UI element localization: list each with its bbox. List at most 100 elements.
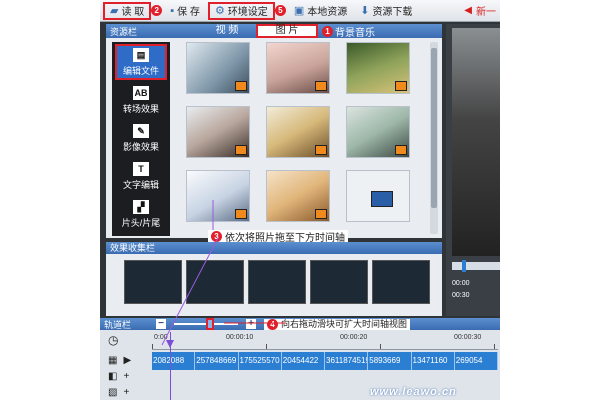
timeline-clip[interactable]: 3611874519 bbox=[325, 352, 369, 370]
tab-video[interactable]: 视 频 bbox=[198, 24, 256, 38]
sidebar-item-label: 转场效果 bbox=[122, 103, 159, 114]
transition-track-icon: ◧ bbox=[108, 370, 118, 382]
resource-panel-header: 资源栏 视 频 图 片 1 背景音乐 bbox=[106, 24, 442, 39]
effects-panel-body bbox=[106, 254, 442, 316]
add-track-icon[interactable]: + bbox=[123, 371, 129, 382]
sidebar-item-label: 编辑文件 bbox=[122, 65, 159, 76]
sidebar-item-text-edit[interactable]: T 文字编辑 bbox=[115, 158, 167, 194]
preview-screen bbox=[452, 28, 500, 256]
ruler-tick bbox=[266, 344, 267, 349]
save-button[interactable]: ▪ 保 存 bbox=[165, 2, 205, 20]
image-thumbnail[interactable] bbox=[186, 42, 250, 94]
step-badge-3: 3 bbox=[211, 230, 222, 242]
tab-callout: 1 背景音乐 bbox=[322, 24, 375, 39]
timeline-clip[interactable]: 257848669 bbox=[195, 352, 239, 370]
effect-item[interactable] bbox=[372, 260, 430, 304]
resource-panel-title: 资源栏 bbox=[110, 26, 138, 37]
resource-sidebar: ▤ 编辑文件 AB 转场效果 ✎ 影像效果 T 文字编辑 ▞ 片头/片尾 bbox=[112, 42, 170, 236]
image-type-icon bbox=[315, 81, 327, 91]
toolbar: ▰ 读 取 2 ▪ 保 存 ⚙ 环境设定 5 ▣ 本地资源 ⬇ 资源下载 ◀ 新… bbox=[100, 0, 500, 22]
image-type-icon bbox=[235, 209, 247, 219]
environment-settings-label: 环境设定 bbox=[227, 7, 268, 18]
timeline-controls: ◷ ▦ ▶ ◧ + ▧ + bbox=[108, 332, 148, 400]
timeline-ruler[interactable]: 0:00 00:00:10 00:00:20 00:00:30 bbox=[152, 332, 498, 350]
play-track-icon[interactable]: ▶ bbox=[123, 355, 131, 366]
read-button-label: 读 取 bbox=[121, 7, 145, 18]
preview-progress-knob[interactable] bbox=[462, 260, 466, 272]
sidebar-item-edit-file[interactable]: ▤ 编辑文件 bbox=[115, 44, 167, 80]
gear-icon: ⚙ bbox=[214, 5, 225, 17]
image-track[interactable]: 2082088 257848669 175525570 20454422 361… bbox=[152, 352, 498, 370]
resource-download-button[interactable]: ⬇ 资源下载 bbox=[355, 2, 417, 20]
new-button-label: 新一 bbox=[476, 7, 496, 18]
speaker-icon: ◀ bbox=[464, 5, 472, 16]
tab-background-music[interactable]: 背景音乐 bbox=[335, 24, 375, 39]
step-badge-4: 4 bbox=[267, 318, 278, 330]
local-resources-button[interactable]: ▣ 本地资源 bbox=[289, 2, 352, 20]
track-bar-title: 轨道栏 bbox=[104, 319, 132, 330]
effects-panel-header: 效果收集栏 bbox=[106, 242, 442, 254]
audio-track-icon: ▧ bbox=[108, 386, 118, 398]
preview-time-current: 00:00 bbox=[452, 280, 470, 287]
image-thumbnail[interactable] bbox=[266, 106, 330, 158]
new-button[interactable]: ◀ 新一 bbox=[464, 3, 500, 18]
step-badge-2: 2 bbox=[151, 5, 163, 16]
environment-settings-button[interactable]: ⚙ 环境设定 bbox=[207, 1, 275, 20]
image-type-icon bbox=[235, 81, 247, 91]
read-button[interactable]: ▰ 读 取 bbox=[103, 1, 152, 20]
film-strip-icon: ▦ bbox=[108, 354, 118, 366]
text-icon: T bbox=[133, 161, 149, 176]
save-icon: ▪ bbox=[170, 4, 175, 17]
sidebar-item-image-effect[interactable]: ✎ 影像效果 bbox=[115, 120, 167, 156]
sidebar-item-intro-outro[interactable]: ▞ 片头/片尾 bbox=[115, 196, 167, 232]
image-thumbnail[interactable] bbox=[186, 170, 250, 222]
magic-wand-icon: ✎ bbox=[133, 123, 149, 138]
image-type-icon bbox=[315, 145, 327, 155]
effect-item[interactable] bbox=[310, 260, 368, 304]
zoom-slider-knob[interactable] bbox=[206, 318, 214, 330]
image-thumbnail[interactable] bbox=[346, 106, 410, 158]
effect-item[interactable] bbox=[248, 260, 306, 304]
timeline-clip[interactable]: 20454422 bbox=[282, 352, 325, 370]
zoom-in-button[interactable]: + bbox=[246, 319, 256, 329]
sidebar-item-label: 影像效果 bbox=[122, 141, 159, 152]
resource-download-label: 资源下载 bbox=[372, 7, 413, 18]
tab-image[interactable]: 图 片 bbox=[256, 24, 318, 38]
save-button-label: 保 存 bbox=[177, 7, 200, 18]
timeline-clip[interactable]: 175525570 bbox=[239, 352, 282, 370]
track-bar: 轨道栏 − + 4 向右拖动滑块可扩大时间轴视图 bbox=[100, 318, 500, 330]
watermark: www.leawo.cn bbox=[370, 386, 457, 398]
effect-item[interactable] bbox=[186, 260, 244, 304]
sidebar-item-label: 文字编辑 bbox=[122, 179, 159, 190]
image-type-icon bbox=[315, 209, 327, 219]
sidebar-item-transition[interactable]: AB 转场效果 bbox=[115, 82, 167, 118]
timeline-zoom-slider[interactable] bbox=[174, 318, 238, 330]
effect-item[interactable] bbox=[124, 260, 182, 304]
image-type-icon bbox=[395, 145, 407, 155]
add-audio-track-icon[interactable]: + bbox=[123, 387, 129, 398]
thumbnail-scrollbar[interactable] bbox=[430, 42, 438, 234]
timeline-clip[interactable]: 5893669 bbox=[368, 352, 412, 370]
ruler-tick bbox=[152, 344, 153, 349]
preview-progress-bar[interactable] bbox=[452, 260, 500, 272]
timeline-clip[interactable]: 13471160 bbox=[412, 352, 455, 370]
zoom-hint-callout: 4 向右拖动滑块可扩大时间轴视图 bbox=[264, 318, 411, 330]
image-thumbnail[interactable] bbox=[266, 42, 330, 94]
timeline-clip[interactable]: 269054 bbox=[455, 352, 498, 370]
computer-icon: ▣ bbox=[293, 5, 305, 17]
zoom-hint-text: 向右拖动滑块可扩大时间轴视图 bbox=[281, 318, 408, 329]
scrollbar-thumb[interactable] bbox=[431, 48, 437, 208]
image-thumbnail[interactable] bbox=[266, 170, 330, 222]
step-badge-5: 5 bbox=[274, 5, 286, 16]
image-thumbnail[interactable] bbox=[346, 42, 410, 94]
ruler-tick bbox=[380, 344, 381, 349]
timeline-clip[interactable]: 2082088 bbox=[152, 352, 196, 370]
image-thumbnail[interactable] bbox=[346, 170, 410, 222]
ruler-tick-label: 00:00:30 bbox=[454, 334, 482, 341]
folder-open-icon: ▰ bbox=[110, 5, 119, 17]
image-thumbnail[interactable] bbox=[186, 106, 250, 158]
zoom-out-button[interactable]: − bbox=[156, 319, 166, 329]
clock-icon[interactable]: ◷ bbox=[108, 333, 118, 347]
film-icon: ▤ bbox=[133, 47, 149, 62]
image-type-icon bbox=[395, 81, 407, 91]
